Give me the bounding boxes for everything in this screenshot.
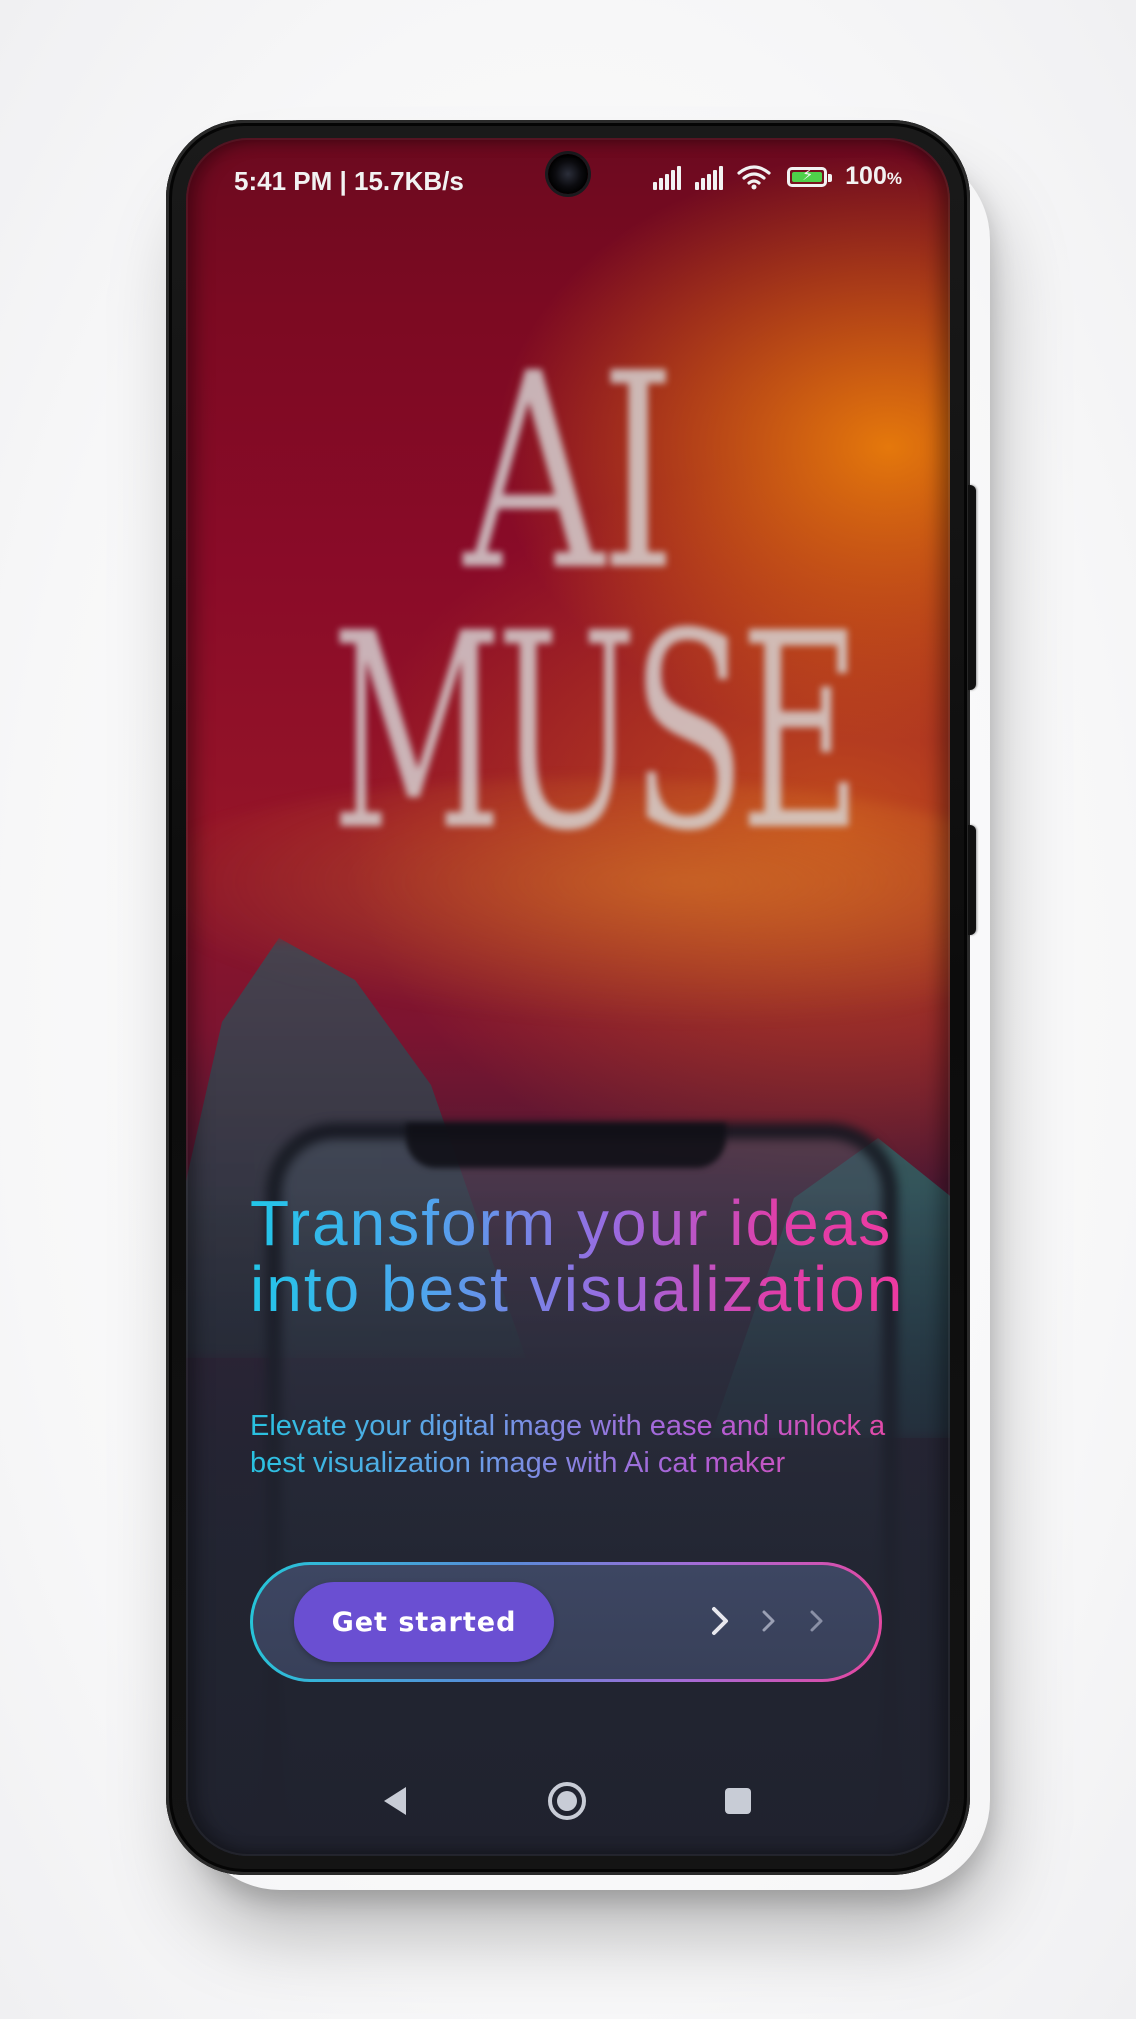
get-started-slider[interactable]: Get started <box>250 1562 882 1682</box>
hero-title-line2: MUSE <box>331 575 862 890</box>
status-bar: 5:41 PM | 15.7KB/s ⚡ 100% <box>186 138 950 228</box>
charging-bolt-icon: ⚡ <box>802 166 814 184</box>
front-camera <box>548 154 588 194</box>
battery-charging-icon: ⚡ <box>787 166 833 187</box>
system-nav-bar <box>186 1746 950 1856</box>
home-icon[interactable] <box>542 1776 592 1826</box>
signal-icon <box>695 164 724 190</box>
chevron-right-icon <box>795 1597 839 1645</box>
hero-title-line1: AI <box>463 315 677 630</box>
status-icons: ⚡ 100% <box>653 162 902 191</box>
mockup-stage: AI MUSE 5:41 PM | 15.7KB/s ⚡ 100% Transf… <box>0 0 1136 2019</box>
chevron-right-icon <box>699 1597 743 1645</box>
get-started-button[interactable]: Get started <box>294 1582 554 1662</box>
wifi-icon <box>737 164 771 190</box>
onboarding-headline: Transform your ideas into best visualiza… <box>250 1190 910 1322</box>
back-icon[interactable] <box>370 1776 420 1826</box>
status-time: 5:41 PM | 15.7KB/s <box>234 166 464 196</box>
chevron-right-icon <box>747 1597 791 1645</box>
slider-track: Get started <box>253 1565 879 1679</box>
power-button <box>968 825 976 935</box>
app-screen: AI MUSE 5:41 PM | 15.7KB/s ⚡ 100% Transf… <box>186 138 950 1856</box>
signal-icon <box>653 164 682 190</box>
hero-artwork-title: AI MUSE <box>186 338 950 868</box>
volume-button <box>968 485 976 690</box>
onboarding-subtitle: Elevate your digital image with ease and… <box>250 1408 890 1482</box>
battery-percent: 100% <box>845 162 902 190</box>
recents-icon[interactable] <box>713 1776 763 1826</box>
background-device-notch <box>406 1123 726 1168</box>
